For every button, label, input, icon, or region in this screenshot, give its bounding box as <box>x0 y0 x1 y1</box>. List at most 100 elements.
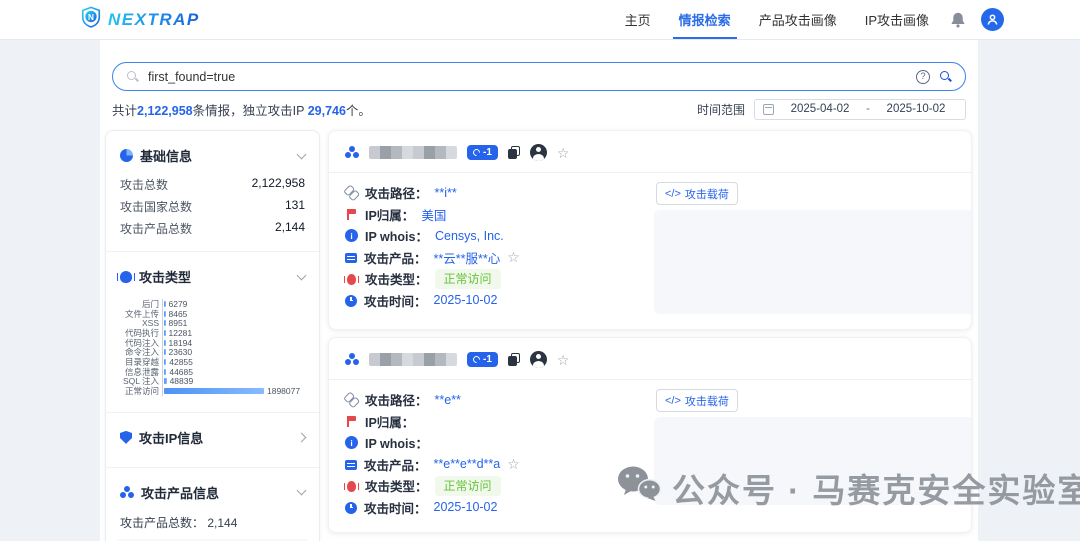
nav-item[interactable]: 主页 <box>625 0 651 39</box>
star-icon[interactable]: ☆ <box>507 250 520 264</box>
chart-category-label: 正常访问 <box>124 386 159 397</box>
product-total: 攻击产品总数： 2,144 <box>106 510 319 539</box>
payload-tab[interactable]: </> 攻击载荷 <box>656 182 738 205</box>
chart-bar[interactable] <box>164 378 167 385</box>
clock-icon <box>345 501 357 514</box>
link-icon <box>345 186 358 199</box>
chart-bar-area: 6279 <box>162 299 311 309</box>
payload-panel: </> 攻击载荷 GET **i** HTTP/1.1Host: {{Hostn… <box>654 182 971 314</box>
honeypot-badge[interactable]: -1 <box>467 145 498 160</box>
star-icon[interactable]: ☆ <box>507 457 520 471</box>
payload-tab[interactable]: </> 攻击载荷 <box>656 389 738 412</box>
field-list: 攻击路径： **i** IP归属： 美国 IP whois： <box>344 182 640 314</box>
result-card: -1 ☆ 攻击路径： **i** IP归属： 美国 i IP whois： Ce… <box>328 130 972 330</box>
field-value[interactable]: 美国 <box>421 205 446 224</box>
server-icon <box>345 253 357 264</box>
chart-bar[interactable] <box>164 358 167 365</box>
redacted-ip[interactable] <box>369 353 457 366</box>
user-avatar[interactable] <box>981 8 1004 31</box>
redacted-ip[interactable] <box>369 146 457 159</box>
chart-bar[interactable] <box>164 388 264 395</box>
chart-bar[interactable] <box>164 368 167 375</box>
link-icon <box>345 393 358 406</box>
flag-icon <box>345 415 358 428</box>
chevron-down-icon[interactable] <box>296 485 307 496</box>
field-value[interactable]: **i** <box>435 186 457 200</box>
help-icon[interactable] <box>916 69 930 84</box>
nav-item[interactable]: IP攻击画像 <box>865 0 929 39</box>
search-bar[interactable]: first_found=true <box>112 62 966 91</box>
stat-label: 攻击产品总数 <box>120 221 193 236</box>
date-range-picker[interactable]: 2025-04-02 - 2025-10-02 <box>754 98 966 120</box>
start-date[interactable]: 2025-04-02 <box>779 103 861 115</box>
star-icon[interactable]: ☆ <box>557 353 570 367</box>
copy-icon[interactable] <box>507 146 520 159</box>
end-date[interactable]: 2025-10-02 <box>875 103 957 115</box>
chart-bar[interactable] <box>164 349 166 356</box>
chart-bar[interactable] <box>164 329 166 336</box>
section-attack-ip[interactable]: 攻击IP信息 <box>106 413 319 455</box>
chart-bar[interactable] <box>164 339 166 346</box>
chart-bar[interactable] <box>164 320 166 327</box>
bell-icon[interactable] <box>949 11 967 29</box>
search-submit-icon[interactable] <box>939 70 952 83</box>
chart-bar[interactable] <box>164 300 166 307</box>
magnet-icon <box>471 354 482 365</box>
payload-code-block[interactable]: GET **e** HTTP/1.1Host: {{Hostname}}Acce… <box>654 417 971 505</box>
field-value[interactable]: Censys, Inc. <box>435 229 504 243</box>
cluster-icon <box>120 485 134 499</box>
logo-text: NEXTRAP <box>108 9 200 29</box>
section-title: 攻击IP信息 <box>139 430 204 446</box>
field-value[interactable]: 2025-10-02 <box>434 293 498 307</box>
badge-label: -1 <box>483 147 492 158</box>
chart-row[interactable]: 正常访问 1898077 <box>110 386 311 396</box>
copy-icon[interactable] <box>507 353 520 366</box>
field-value[interactable]: **e** <box>435 393 461 407</box>
section-attack-product[interactable]: 攻击产品信息 <box>106 468 319 510</box>
chart-value-label: 8951 <box>168 318 188 329</box>
chevron-right-icon[interactable] <box>296 432 307 443</box>
chevron-down-icon[interactable] <box>296 149 307 159</box>
chevron-down-icon[interactable] <box>296 270 307 280</box>
code-icon: </> <box>665 187 681 200</box>
summary-prefix: 共计 <box>112 103 138 118</box>
section-title: 攻击产品信息 <box>141 485 220 501</box>
badge-label: -1 <box>483 354 492 365</box>
profile-icon[interactable] <box>529 144 547 161</box>
profile-icon[interactable] <box>529 351 547 368</box>
chart-row[interactable]: 文件上传 8465 <box>110 309 311 319</box>
chart-value-label: 18194 <box>168 337 193 348</box>
date-separator: - <box>866 103 870 115</box>
section-attack-type[interactable]: 攻击类型 <box>106 252 319 294</box>
time-range-label: 时间范围 <box>696 102 745 117</box>
field-value[interactable]: 正常访问 <box>434 475 501 496</box>
field-value[interactable]: **云**服**心 <box>434 248 501 267</box>
flag-icon <box>345 208 358 221</box>
magnet-icon <box>471 147 482 158</box>
chart-value-label: 12281 <box>168 327 193 338</box>
code-icon: </> <box>665 394 681 407</box>
nav-item[interactable]: 产品攻击画像 <box>759 0 837 39</box>
field-label: IP whois： <box>365 437 428 452</box>
search-input[interactable]: first_found=true <box>148 70 907 84</box>
honeypot-badge[interactable]: -1 <box>467 352 498 367</box>
main-nav: 主页 情报检索 产品攻击画像 IP攻击画像 <box>625 0 929 39</box>
card-body: 攻击路径： **e** IP归属： IP whois： <box>329 380 971 530</box>
section-basic-info[interactable]: 基础信息 <box>106 131 319 173</box>
chart-value-label: 23630 <box>168 347 193 358</box>
field-row: IP whois： Censys, Inc. <box>345 225 640 247</box>
logo[interactable]: N NEXTRAP <box>80 6 200 33</box>
summary-middle: 条情报，独立攻击IP <box>192 103 308 118</box>
info-icon <box>345 436 358 450</box>
field-value[interactable]: **e**e**d**a <box>434 457 501 471</box>
chart-bar-area: 8951 <box>162 318 311 328</box>
nav-item[interactable]: 情报检索 <box>672 0 737 39</box>
time-range: 时间范围 2025-04-02 - 2025-10-02 <box>696 98 966 120</box>
field-value[interactable]: 正常访问 <box>434 268 501 289</box>
field-label: 攻击时间： <box>364 501 427 516</box>
chart-bar[interactable] <box>164 310 166 317</box>
payload-lines: GET **i** HTTP/1.1Host: {{Hostname}}Acce… <box>666 270 971 314</box>
field-value[interactable]: 2025-10-02 <box>434 500 498 514</box>
star-icon[interactable]: ☆ <box>557 146 570 160</box>
payload-code-block[interactable]: GET **i** HTTP/1.1Host: {{Hostname}}Acce… <box>654 210 971 314</box>
